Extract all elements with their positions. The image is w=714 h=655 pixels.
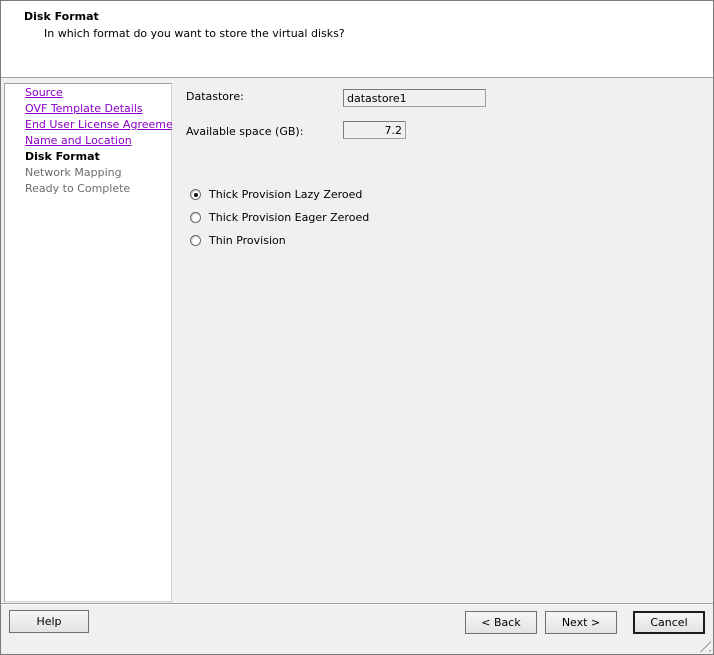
available-space-field: 7.2 <box>343 121 406 139</box>
step-ovf-template-details-link[interactable]: OVF Template Details <box>25 102 143 115</box>
step-ready-to-complete: Ready to Complete <box>25 182 131 195</box>
datastore-field: datastore1 <box>343 89 486 107</box>
page-title: Disk Format <box>24 10 99 23</box>
dialog-window: Disk Format In which format do you want … <box>0 0 714 655</box>
help-button[interactable]: Help <box>9 610 89 633</box>
thick-eager-zeroed-label: Thick Provision Eager Zeroed <box>209 211 370 224</box>
radio-unselected-icon[interactable] <box>190 212 201 223</box>
thin-provision-option[interactable]: Thin Provision <box>190 234 286 247</box>
next-button[interactable]: Next > <box>545 611 617 634</box>
thick-eager-zeroed-option[interactable]: Thick Provision Eager Zeroed <box>190 211 369 224</box>
footer-divider <box>1 603 713 605</box>
radio-selected-icon[interactable] <box>190 189 201 200</box>
radio-unselected-icon[interactable] <box>190 235 201 246</box>
available-space-label: Available space (GB): <box>186 125 304 138</box>
step-name-location-link[interactable]: Name and Location <box>25 134 132 147</box>
back-button[interactable]: < Back <box>465 611 537 634</box>
step-network-mapping: Network Mapping <box>25 166 122 179</box>
resize-grip-icon[interactable] <box>699 640 711 652</box>
wizard-steps-panel: Source OVF Template Details End User Lic… <box>4 83 184 602</box>
thick-lazy-zeroed-label: Thick Provision Lazy Zeroed <box>209 188 363 201</box>
thick-lazy-zeroed-option[interactable]: Thick Provision Lazy Zeroed <box>190 188 362 201</box>
step-source-link[interactable]: Source <box>25 86 63 99</box>
wizard-header: Disk Format In which format do you want … <box>1 1 713 78</box>
thin-provision-label: Thin Provision <box>209 234 286 247</box>
datastore-label: Datastore: <box>186 90 244 103</box>
step-eula-link[interactable]: End User License Agreement <box>25 118 184 131</box>
step-disk-format-current: Disk Format <box>25 150 100 163</box>
page-subtitle: In which format do you want to store the… <box>44 27 345 40</box>
cancel-button[interactable]: Cancel <box>633 611 705 634</box>
disk-format-panel: Datastore: datastore1 Available space (G… <box>172 83 713 600</box>
